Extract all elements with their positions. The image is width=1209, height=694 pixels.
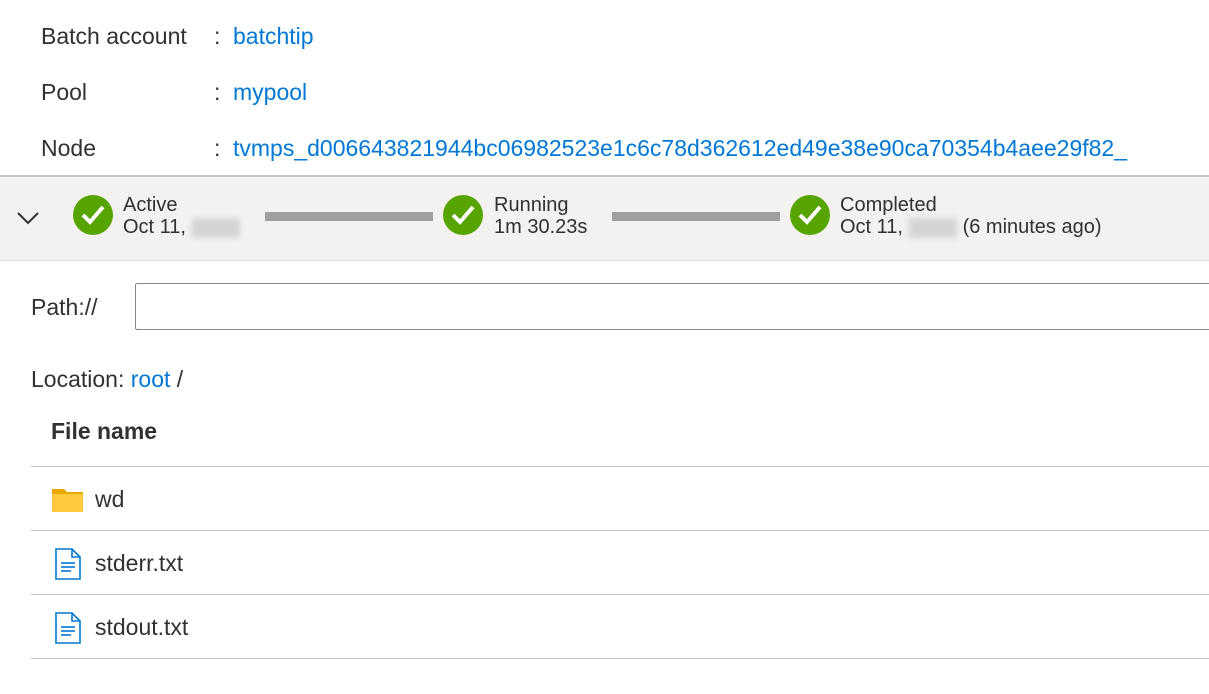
folder-icon — [52, 489, 83, 512]
location-breadcrumb: Location: root / — [31, 366, 183, 393]
check-circle-icon — [73, 195, 113, 235]
file-name: wd — [95, 486, 125, 512]
file-name: stderr.txt — [95, 550, 184, 576]
step-active-title: Active — [123, 194, 178, 216]
step-completed-title: Completed — [840, 194, 937, 216]
chevron-down-icon[interactable] — [14, 203, 42, 231]
step-active-date: Oct 11, — [123, 216, 240, 239]
file-row-stderr[interactable]: stderr.txt — [31, 531, 1209, 594]
pool-label: Pool — [41, 78, 88, 105]
task-status-bar: Active Oct 11, Running 1m 30.23s Complet… — [0, 175, 1209, 261]
progress-connector — [612, 212, 780, 221]
batch-account-label: Batch account — [41, 22, 187, 49]
check-circle-icon — [443, 195, 483, 235]
location-label: Location: — [31, 366, 125, 392]
file-row-wd[interactable]: wd — [31, 467, 1209, 530]
row-divider — [31, 658, 1209, 659]
check-circle-icon — [790, 195, 830, 235]
pool-link[interactable]: mypool — [233, 79, 307, 106]
file-row-stdout[interactable]: stdout.txt — [31, 595, 1209, 658]
pool-colon: : — [214, 78, 221, 105]
breadcrumb-root-link[interactable]: root — [131, 366, 171, 392]
batch-account-link[interactable]: batchtip — [233, 23, 314, 50]
progress-connector — [265, 212, 433, 221]
node-colon: : — [214, 134, 221, 161]
node-label: Node — [41, 134, 96, 161]
step-completed-date: Oct 11, (6 minutes ago) — [840, 216, 1102, 238]
path-input[interactable] — [135, 283, 1209, 330]
step-running-title: Running — [494, 194, 569, 216]
text-file-icon — [55, 548, 81, 580]
breadcrumb-separator: / — [176, 366, 184, 392]
batch-account-colon: : — [214, 22, 221, 49]
path-label: Path:// — [31, 294, 98, 320]
node-link[interactable]: tvmps_d006643821944bc06982523e1c6c78d362… — [233, 135, 1127, 162]
step-running-duration: 1m 30.23s — [494, 216, 588, 238]
text-file-icon — [55, 612, 81, 644]
file-name: stdout.txt — [95, 614, 189, 640]
file-name-column-header[interactable]: File name — [51, 418, 157, 445]
